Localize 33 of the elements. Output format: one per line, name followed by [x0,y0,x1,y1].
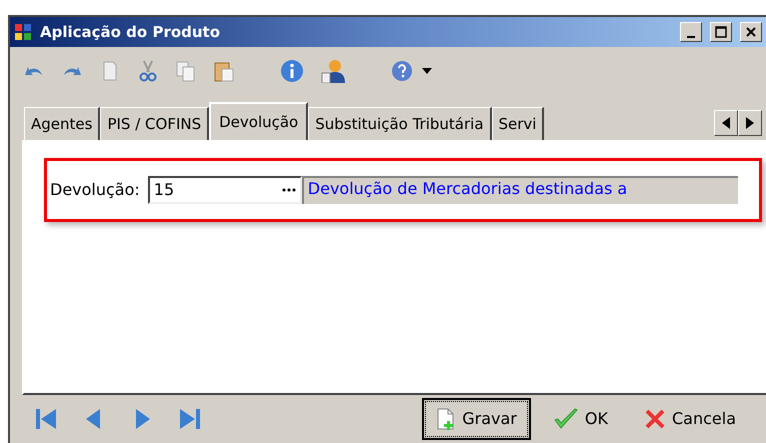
tab[interactable]: Substituição Tributária [308,107,492,140]
app-logo-icon [14,23,32,41]
tab[interactable]: Agentes [24,107,100,140]
scroll-right-button[interactable] [738,110,762,136]
window-title: Aplicação do Produto [40,22,222,43]
tab[interactable]: PIS / COFINS [100,107,210,140]
ellipsis-icon[interactable] [282,188,296,192]
triangle-left-icon [722,117,730,129]
tab[interactable]: Devolução [209,102,308,140]
minimize-icon [687,36,695,38]
save-button[interactable]: Gravar [422,398,531,440]
close-icon [745,26,757,38]
document-plus-icon [436,408,456,430]
field-label: Devolução: [50,179,140,201]
description-field: Devolução de Mercadorias destinadas a [302,176,738,204]
scroll-left-button[interactable] [714,110,738,136]
triangle-right-icon [746,117,754,129]
help-icon[interactable] [390,59,414,83]
tab[interactable]: Servi [492,107,544,140]
maximize-icon [715,26,727,38]
maximize-button[interactable] [710,22,732,42]
dropdown-arrow-icon[interactable] [422,68,432,74]
ok-button[interactable]: OK [538,398,622,440]
code-field[interactable]: 15 [148,176,302,204]
checkmark-icon [552,408,579,430]
skip-back-icon[interactable] [34,406,58,432]
info-icon[interactable] [280,59,304,83]
field-value: 15 [154,179,174,201]
cancel-button[interactable]: Cancela [630,398,750,440]
close-icon [644,408,666,430]
minimize-button[interactable] [680,22,702,42]
skip-forward-icon[interactable] [178,406,202,432]
close-button[interactable] [740,22,762,42]
